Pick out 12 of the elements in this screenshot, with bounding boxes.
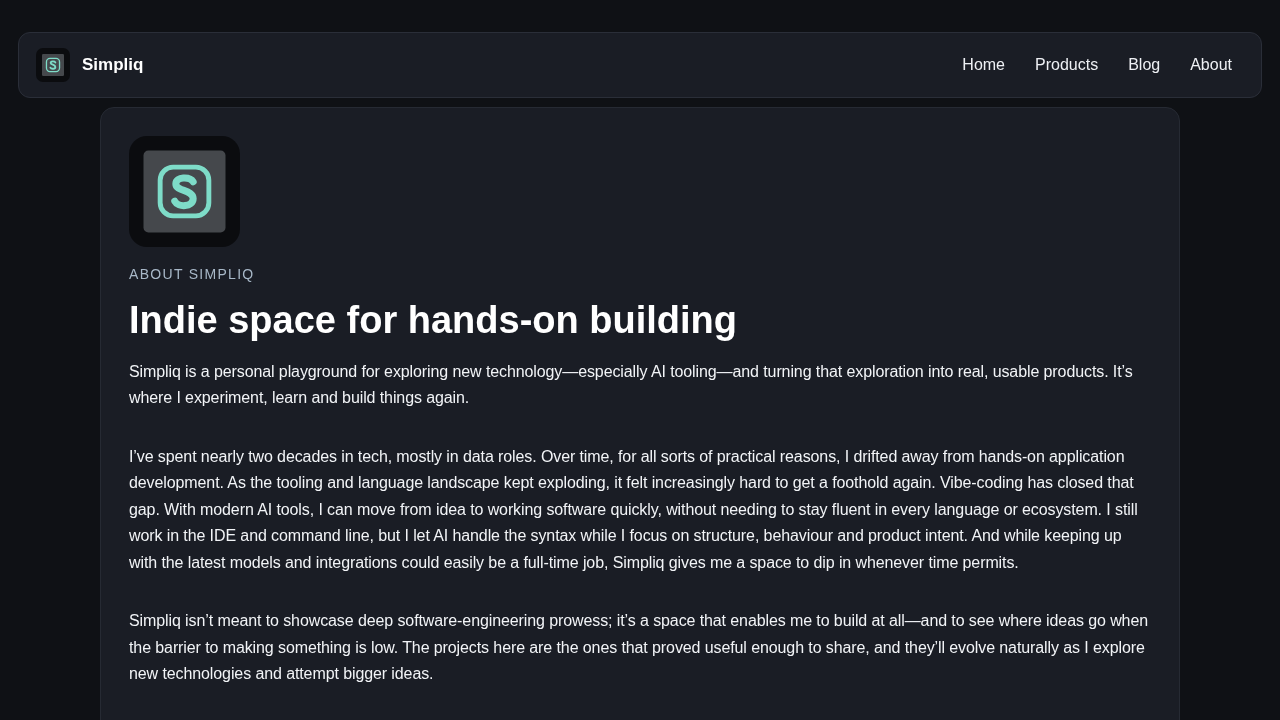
paragraph: I’ve spent nearly two decades in tech, mostly in data roles. Over time, for all sorts of practical reasons, I drifted away from hands-on application development. As the tooling and language landscape kept exploding, it felt increasingly hard to get a foothold again. Vibe-coding has closed that gap. With modern AI tools, I can move from idea to working software quickly, without needing to stay fluent in every language or ecosystem. I still work in the IDE and command line, but I let AI handle the syntax while I focus on structure, behaviour and product intent. And while keeping up with the latest models and integrations could easily be a full-time job, Simpliq gives me a space to dip in whenever time permits. — [129, 446, 1139, 573]
page-title: Indie space for hands-on building — [129, 298, 739, 343]
nav-link[interactable]: Products — [1022, 48, 1112, 82]
nav-link[interactable]: Blog — [1115, 48, 1174, 82]
section-eyebrow: ABOUT SIMPLIQ — [129, 266, 255, 282]
brand-name[interactable]: Simpliq — [82, 55, 144, 75]
nav-link[interactable]: Home — [949, 48, 1018, 82]
logo-icon — [129, 136, 240, 247]
nav-link[interactable]: About — [1177, 48, 1245, 82]
paragraph: Simpliq is a personal playground for exploring new technology—especially AI tooling—and turning that exploration into real, usable products. It’s where I experiment, learn and build things again. — [129, 361, 1134, 408]
paragraph: Simpliq isn’t meant to showcase deep software-engineering prowess; it’s a space that enables me to build at all—and to see where ideas go when the barrier to making something is low. The projects here are the ones that proved useful enough to share, and they’ll evolve naturally as I explore new technologies and attempt bigger ideas. — [129, 611, 1149, 684]
logo-icon — [36, 48, 70, 82]
